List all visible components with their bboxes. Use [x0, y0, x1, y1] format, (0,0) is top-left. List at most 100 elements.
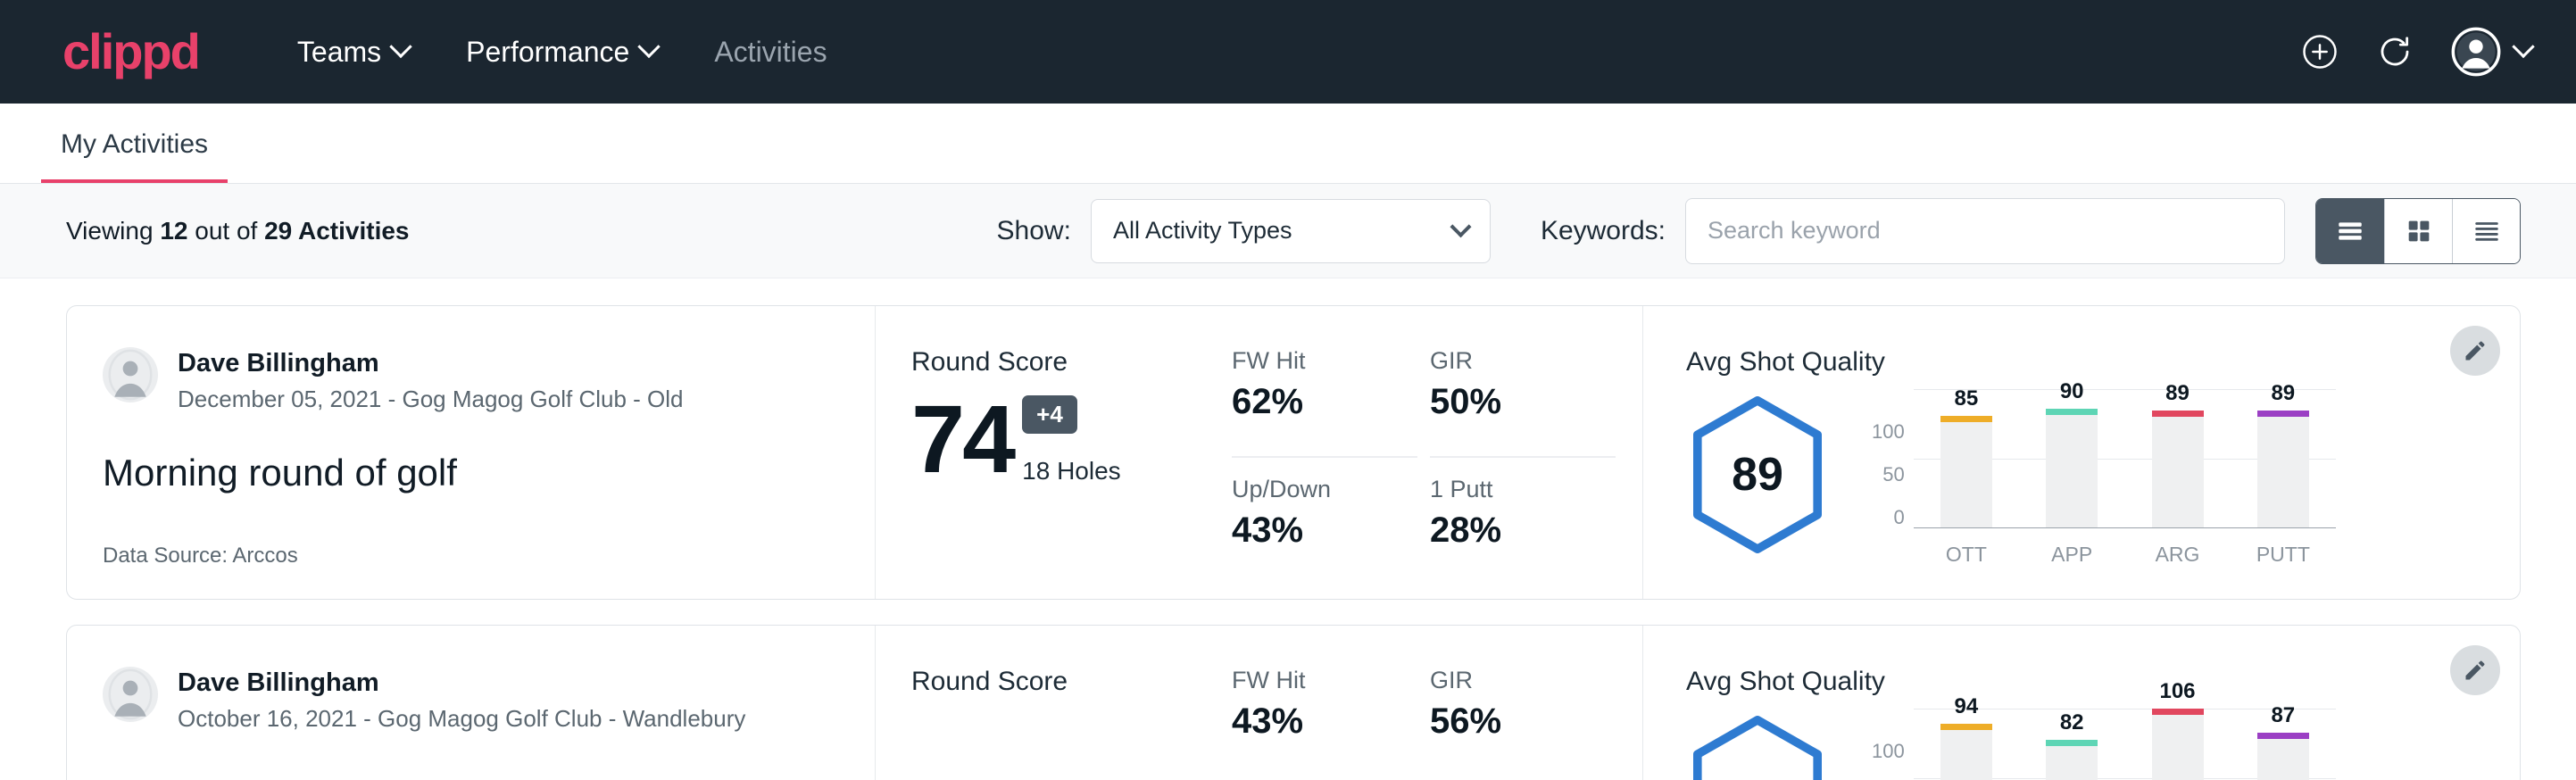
nav-item-teams-label: Teams [297, 36, 381, 69]
bar-ott [1940, 724, 1992, 780]
view-mode-toggle-group [2315, 198, 2521, 264]
round-score-section: Round Score 74 +4 18 Holes [875, 306, 1232, 599]
bar-column-arg: 89 [2151, 381, 2205, 527]
person-avatar-icon [103, 347, 158, 402]
bar-column-arg: 106 [2151, 679, 2205, 780]
bar-cap-arg [2152, 709, 2204, 715]
bar-column-ott: 85 [1940, 386, 1993, 527]
show-label: Show: [997, 216, 1071, 246]
view-mode-compact-button[interactable] [2452, 199, 2520, 263]
y-tick-0: 0 [1872, 508, 1905, 527]
nav-item-activities[interactable]: Activities [686, 27, 855, 78]
activity-meta: October 16, 2021 - Gog Magog Golf Club -… [178, 704, 745, 734]
chart-y-axis: 100 50 0 [1872, 422, 1905, 567]
keywords-label: Keywords: [1541, 216, 1666, 246]
bar-value-putt: 89 [2271, 381, 2295, 406]
y-tick-100: 100 [1872, 742, 1905, 761]
tab-my-activities-label: My Activities [61, 129, 208, 159]
nav-item-performance[interactable]: Performance [437, 27, 686, 78]
stat-fw-hit-value: 62% [1232, 382, 1391, 422]
chevron-down-icon [638, 36, 661, 58]
view-mode-list-button[interactable] [2316, 199, 2384, 263]
round-score-value-row: 74 +4 18 Holes [911, 394, 1232, 485]
bar-cap-putt [2257, 411, 2309, 417]
bar-arg [2152, 411, 2204, 527]
tab-my-activities[interactable]: My Activities [41, 129, 228, 183]
chevron-down-icon [1450, 216, 1471, 237]
chart-plot-area: 94 82 [1914, 702, 2336, 780]
bar-putt [2257, 411, 2309, 527]
round-score-side: +4 18 Holes [1022, 395, 1121, 485]
avg-shot-quality-label: Avg Shot Quality [1686, 347, 2484, 378]
stat-gir: GIR 56% [1430, 667, 1616, 780]
shot-quality-bar-chart: 100 50 0 94 [1872, 702, 2336, 780]
bar-cap-ott [1940, 416, 1992, 422]
edit-activity-button[interactable] [2450, 326, 2500, 376]
bar-value-arg: 89 [2165, 381, 2190, 406]
activity-user-text: Dave Billingham October 16, 2021 - Gog M… [178, 667, 745, 734]
chart-y-axis: 100 50 0 [1872, 742, 1905, 780]
shot-quality-hexagon: 89 [1686, 394, 1829, 555]
search-input[interactable] [1685, 198, 2285, 264]
avg-shot-quality-label: Avg Shot Quality [1686, 667, 2484, 697]
viewing-middle: out of [187, 217, 264, 245]
stat-gir-value: 50% [1430, 382, 1589, 422]
bar-cap-app [2046, 740, 2098, 746]
shot-quality-hexagon [1686, 714, 1829, 780]
bar-app [2046, 409, 2098, 527]
chevron-down-icon [2512, 36, 2534, 58]
bar-cap-arg [2152, 411, 2204, 417]
activity-user-block: Dave Billingham December 05, 2021 - Gog … [103, 347, 839, 414]
avatar [103, 347, 158, 402]
bar-cap-putt [2257, 733, 2309, 739]
stat-fw-hit-label: FW Hit [1232, 667, 1391, 694]
nav-actions [2301, 27, 2531, 77]
activity-stats-grid: FW Hit 62% GIR 50% Up/Down 43% 1 Putt 28… [1232, 306, 1642, 599]
activity-identity: Dave Billingham December 05, 2021 - Gog … [67, 306, 875, 599]
bar-column-app: 82 [2045, 710, 2098, 780]
x-label-arg: ARG [2151, 543, 2205, 567]
avg-shot-quality-section: Avg Shot Quality 100 50 0 [1642, 626, 2520, 780]
viewing-shown-count: 12 [160, 217, 187, 245]
activity-data-source: Data Source: Arccos [103, 513, 839, 568]
pencil-edit-icon [2463, 338, 2488, 363]
edit-activity-button[interactable] [2450, 645, 2500, 695]
filter-toolbar: Viewing 12 out of 29 Activities Show: Al… [0, 184, 2576, 278]
activity-user-name: Dave Billingham [178, 347, 684, 379]
refresh-button[interactable] [2376, 33, 2414, 71]
stat-gir-label: GIR [1430, 347, 1589, 375]
nav-item-teams[interactable]: Teams [269, 27, 437, 78]
y-tick-100: 100 [1872, 422, 1905, 442]
stat-gir-label: GIR [1430, 667, 1589, 694]
viewing-prefix: Viewing [66, 217, 160, 245]
bar-column-app: 90 [2045, 379, 2098, 527]
person-avatar-icon [103, 667, 158, 722]
chart-plot-area: 85 90 [1914, 383, 2336, 567]
shot-quality-bar-chart: 100 50 0 85 [1872, 383, 2336, 567]
bar-column-putt: 89 [2256, 381, 2310, 527]
activity-identity: Dave Billingham October 16, 2021 - Gog M… [67, 626, 875, 780]
primary-nav: Teams Performance Activities [269, 27, 856, 78]
activity-card[interactable]: Dave Billingham October 16, 2021 - Gog M… [66, 625, 2521, 780]
avg-shot-quality-body: 89 100 50 0 85 [1686, 383, 2484, 567]
account-menu-button[interactable] [2451, 27, 2531, 77]
stat-up-down-value: 43% [1232, 510, 1391, 551]
view-mode-grid-button[interactable] [2384, 199, 2452, 263]
stat-fw-hit-label: FW Hit [1232, 347, 1391, 375]
activity-card[interactable]: Dave Billingham December 05, 2021 - Gog … [66, 305, 2521, 600]
pencil-edit-icon [2463, 658, 2488, 683]
round-score-value: 74 [911, 394, 1013, 485]
x-label-putt: PUTT [2256, 543, 2310, 567]
activity-stats-grid: FW Hit 43% GIR 56% [1232, 626, 1642, 780]
viewing-count-text: Viewing 12 out of 29 Activities [66, 217, 410, 245]
chevron-down-icon [389, 36, 411, 58]
clippd-logo[interactable]: clippd [62, 27, 199, 77]
round-holes-label: 18 Holes [1022, 457, 1121, 485]
add-activity-button[interactable] [2301, 33, 2339, 71]
toolbar-controls: Show: All Activity Types Keywords: [997, 198, 2521, 264]
bar-cap-ott [1940, 724, 1992, 730]
activity-type-select[interactable]: All Activity Types [1091, 199, 1491, 263]
bar-arg [2152, 709, 2204, 780]
avatar [103, 667, 158, 722]
viewing-total-count: 29 Activities [264, 217, 409, 245]
